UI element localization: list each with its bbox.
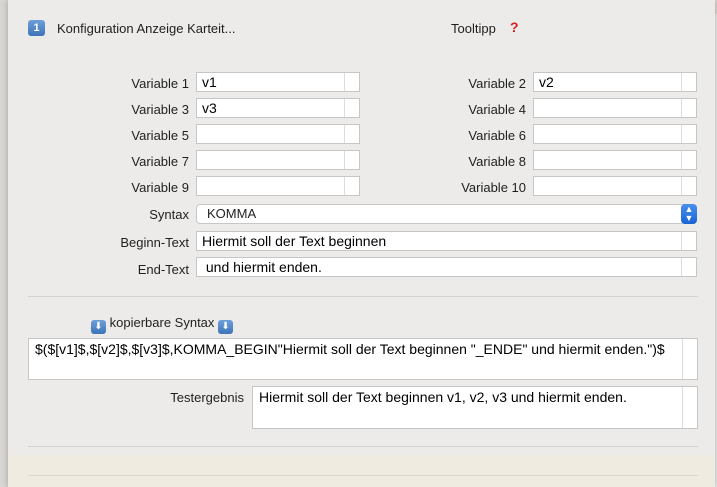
variable-3-field[interactable]: v3: [196, 98, 360, 118]
test-result-label: Testergebnis: [170, 390, 244, 405]
section-divider-bottom: [28, 446, 698, 447]
variable-10-field[interactable]: [533, 176, 697, 196]
variable-1-field[interactable]: v1: [196, 72, 360, 92]
end-text-label: End-Text: [137, 262, 189, 277]
arrow-down-icon: ⬇: [91, 320, 106, 334]
variable-6-field[interactable]: [533, 124, 697, 144]
variable-7-label: Variable 7: [131, 154, 189, 169]
end-text-field[interactable]: und hiermit enden.: [196, 257, 697, 277]
variable-7-field[interactable]: [196, 150, 360, 170]
background-window-edge: [0, 0, 8, 487]
variable-10-label: Variable 10: [461, 180, 526, 195]
section-divider: [28, 296, 698, 297]
begin-text-label: Beginn-Text: [120, 235, 189, 250]
copyable-syntax-label: kopierbare Syntax: [109, 315, 215, 330]
tooltip-label: Tooltipp: [451, 21, 496, 36]
bottom-panel: [8, 455, 715, 487]
variable-9-label: Variable 9: [131, 180, 189, 195]
info-icon: 1: [28, 20, 45, 36]
variable-4-field[interactable]: [533, 98, 697, 118]
variable-8-label: Variable 8: [468, 154, 526, 169]
syntax-label: Syntax: [149, 207, 189, 222]
variable-1-label: Variable 1: [131, 76, 189, 91]
syntax-select[interactable]: KOMMA ▲ ▼: [196, 204, 697, 224]
begin-text-field[interactable]: Hiermit soll der Text beginnen: [196, 231, 697, 251]
variable-4-label: Variable 4: [468, 102, 526, 117]
test-result-textarea[interactable]: Hiermit soll der Text beginnen v1, v2, v…: [252, 386, 698, 429]
variable-3-label: Variable 3: [131, 102, 189, 117]
variable-2-label: Variable 2: [468, 76, 526, 91]
sheet-title: Konfiguration Anzeige Karteit...: [57, 21, 236, 36]
variable-9-field[interactable]: [196, 176, 360, 196]
variable-5-field[interactable]: [196, 124, 360, 144]
bottom-divider: [28, 475, 698, 476]
help-icon[interactable]: ?: [510, 19, 519, 35]
variable-6-label: Variable 6: [468, 128, 526, 143]
variable-5-label: Variable 5: [131, 128, 189, 143]
copyable-syntax-header: ⬇ kopierbare Syntax ⬇: [91, 315, 234, 334]
arrow-down-icon: ⬇: [218, 320, 234, 334]
variable-8-field[interactable]: [533, 150, 697, 170]
select-chevron-icon: ▲ ▼: [681, 204, 697, 224]
copyable-syntax-textarea[interactable]: $($[v1]$,$[v2]$,$[v3]$,KOMMA_BEGIN"Hierm…: [28, 338, 698, 380]
variable-2-field[interactable]: v2: [533, 72, 697, 92]
syntax-selected-value: KOMMA: [207, 206, 257, 221]
